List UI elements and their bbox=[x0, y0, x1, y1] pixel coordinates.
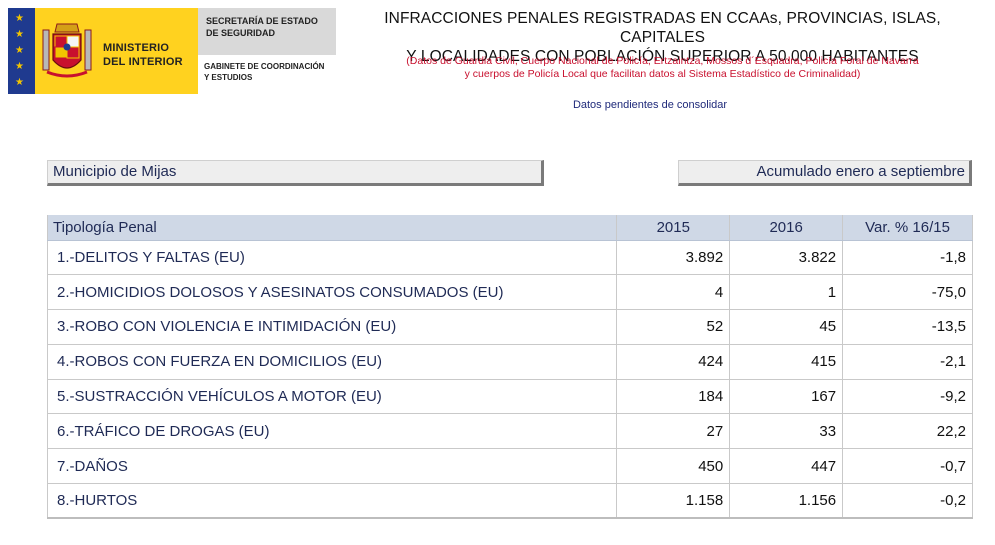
row-category: 7.-DAÑOS bbox=[46, 448, 617, 485]
row-value-2015: 52 bbox=[616, 309, 730, 345]
row-category: 2.-HOMICIDIOS DOLOSOS Y ASESINATOS CONSU… bbox=[46, 274, 617, 311]
header-variation: Var. % 16/15 bbox=[842, 215, 973, 241]
secretaria-logo: SECRETARÍA DE ESTADO DE SEGURIDAD GABINE… bbox=[198, 8, 336, 94]
row-category: 3.-ROBO CON VIOLENCIA E INTIMIDACIÓN (EU… bbox=[46, 309, 617, 345]
row-value-2016: 3.822 bbox=[729, 240, 843, 276]
table-row: 1.-DELITOS Y FALTAS (EU) 3.892 3.822 -1,… bbox=[46, 240, 973, 276]
eu-flag-icon: ★ ★ ★ ★ ★ bbox=[8, 8, 35, 94]
table-row: 8.-HURTOS 1.158 1.156 -0,2 bbox=[46, 483, 973, 520]
row-category: 1.-DELITOS Y FALTAS (EU) bbox=[46, 240, 617, 276]
row-value-2015: 450 bbox=[616, 448, 730, 485]
row-value-2016: 33 bbox=[729, 413, 843, 450]
row-category: 6.-TRÁFICO DE DROGAS (EU) bbox=[46, 413, 617, 450]
row-variation: -1,8 bbox=[842, 240, 973, 276]
crime-table: Tipología Penal 2015 2016 Var. % 16/15 1… bbox=[46, 215, 973, 520]
table-row: 7.-DAÑOS 450 447 -0,7 bbox=[46, 448, 973, 485]
row-value-2015: 1.158 bbox=[616, 483, 730, 520]
table-row: 3.-ROBO CON VIOLENCIA E INTIMIDACIÓN (EU… bbox=[46, 309, 973, 345]
table-row: 4.-ROBOS CON FUERZA EN DOMICILIOS (EU) 4… bbox=[46, 344, 973, 380]
row-value-2016: 1.156 bbox=[729, 483, 843, 520]
row-value-2016: 447 bbox=[729, 448, 843, 485]
row-category: 4.-ROBOS CON FUERZA EN DOMICILIOS (EU) bbox=[46, 344, 617, 380]
gabinete-line2: Y ESTUDIOS bbox=[204, 73, 253, 82]
pending-note: Datos pendientes de consolidar bbox=[572, 99, 728, 111]
row-value-2015: 184 bbox=[616, 379, 730, 415]
row-value-2016: 167 bbox=[729, 379, 843, 415]
ministry-name: MINISTERIO DEL INTERIOR bbox=[103, 42, 183, 68]
table-row: 5.-SUSTRACCIÓN VEHÍCULOS A MOTOR (EU) 18… bbox=[46, 379, 973, 415]
row-variation: 22,2 bbox=[842, 413, 973, 450]
row-value-2015: 3.892 bbox=[616, 240, 730, 276]
header-tipologia: Tipología Penal bbox=[46, 215, 617, 241]
municipality-selector[interactable]: Municipio de Mijas bbox=[47, 160, 544, 186]
row-variation: -0,2 bbox=[842, 483, 973, 520]
table-header-row: Tipología Penal 2015 2016 Var. % 16/15 bbox=[46, 215, 973, 241]
row-variation: -75,0 bbox=[842, 274, 973, 311]
row-value-2016: 415 bbox=[729, 344, 843, 380]
row-value-2016: 45 bbox=[729, 309, 843, 345]
secretaria-line2: DE SEGURIDAD bbox=[206, 28, 276, 38]
row-value-2015: 4 bbox=[616, 274, 730, 311]
page-subtitle: (Datos de Guardia Civil, Cuerpo Nacional… bbox=[406, 55, 919, 80]
row-category: 5.-SUSTRACCIÓN VEHÍCULOS A MOTOR (EU) bbox=[46, 379, 617, 415]
period-selector[interactable]: Acumulado enero a septiembre bbox=[678, 160, 972, 186]
table-row: 6.-TRÁFICO DE DROGAS (EU) 27 33 22,2 bbox=[46, 413, 973, 450]
row-variation: -9,2 bbox=[842, 379, 973, 415]
row-value-2016: 1 bbox=[729, 274, 843, 311]
row-value-2015: 27 bbox=[616, 413, 730, 450]
header-2015: 2015 bbox=[616, 215, 730, 241]
table-row: 2.-HOMICIDIOS DOLOSOS Y ASESINATOS CONSU… bbox=[46, 274, 973, 311]
secretaria-line1: SECRETARÍA DE ESTADO bbox=[206, 16, 318, 26]
ministry-logo: ★ ★ ★ ★ ★ MINISTERIO DEL INTERIOR bbox=[8, 8, 198, 94]
row-variation: -0,7 bbox=[842, 448, 973, 485]
header-2016: 2016 bbox=[729, 215, 843, 241]
row-value-2015: 424 bbox=[616, 344, 730, 380]
gabinete-line1: GABINETE DE COORDINACIÓN bbox=[204, 62, 325, 71]
row-category: 8.-HURTOS bbox=[46, 483, 617, 520]
row-variation: -13,5 bbox=[842, 309, 973, 345]
spain-coat-of-arms-icon bbox=[42, 23, 92, 78]
row-variation: -2,1 bbox=[842, 344, 973, 380]
